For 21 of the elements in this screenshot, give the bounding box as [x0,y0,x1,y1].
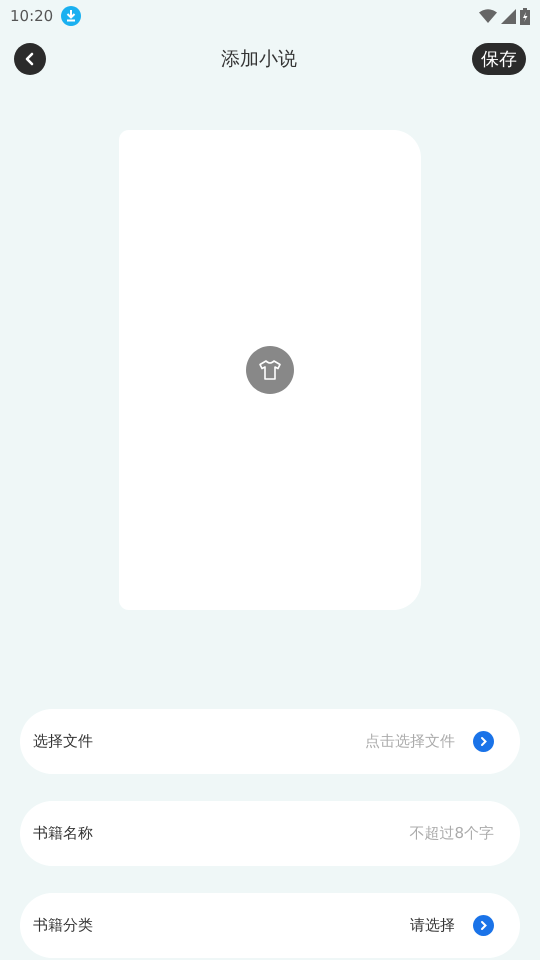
row-label: 选择文件 [33,731,93,752]
row-label: 书籍分类 [33,915,93,936]
signal-icon [501,8,516,24]
form-row[interactable]: 书籍名称 不超过8个字 [20,801,520,866]
back-button[interactable] [14,43,46,75]
select-value: 点击选择文件 [365,731,455,752]
page-title: 添加小说 [221,46,297,72]
status-time: 10:20 [10,6,54,27]
form-row[interactable]: 书籍分类 请选择 [20,893,520,958]
input-field[interactable]: 不超过8个字 [294,822,494,845]
wifi-icon [479,9,497,23]
select-value: 请选择 [410,915,455,936]
chevron-right-icon[interactable] [473,915,494,936]
row-label: 书籍名称 [33,823,93,844]
cover-upload-button[interactable] [246,346,294,394]
chevron-right-icon[interactable] [473,731,494,752]
battery-icon [520,8,530,24]
save-button[interactable]: 保存 [472,43,526,75]
form-row[interactable]: 选择文件 点击选择文件 [20,709,520,774]
download-icon [61,6,82,26]
shirt-icon [258,359,282,381]
